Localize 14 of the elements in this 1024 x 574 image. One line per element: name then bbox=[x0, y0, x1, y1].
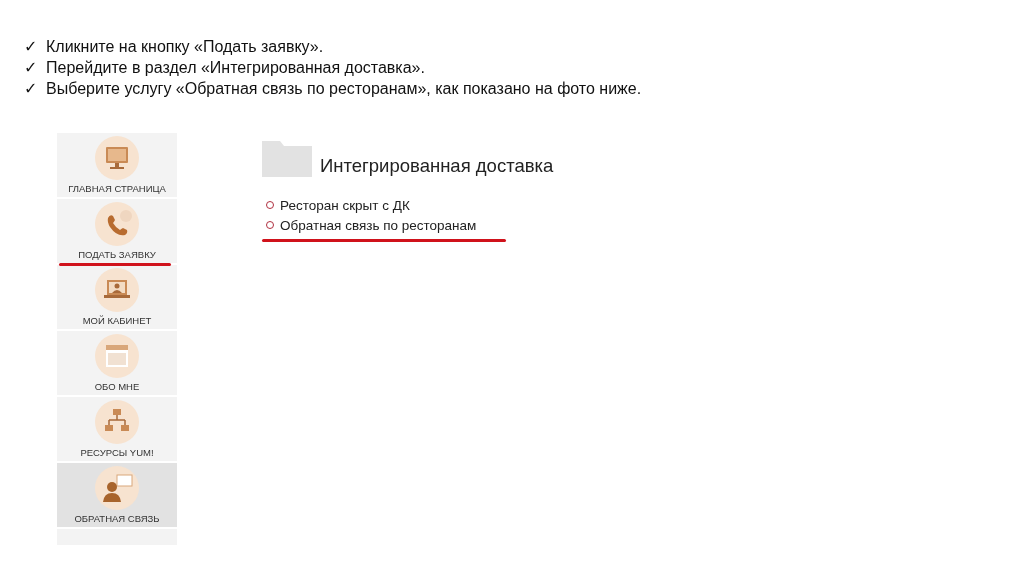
instruction-text: Перейдите в раздел «Интегрированная доставка». bbox=[46, 58, 425, 77]
sidebar-item[interactable]: ГЛАВНАЯ СТРАНИЦА bbox=[57, 133, 177, 199]
sidebar-item[interactable]: ПОДАТЬ ЗАЯВКУ bbox=[57, 199, 177, 265]
check-mark: ✓ bbox=[24, 58, 38, 77]
instruction-text: Выберите услугу «Обратная связь по ресторанам», как показано на фото ниже. bbox=[46, 79, 642, 98]
service-link[interactable]: Обратная связь по ресторанам bbox=[280, 217, 477, 233]
check-mark: ✓ bbox=[24, 37, 38, 56]
section-title: Интегрированная доставка bbox=[320, 155, 554, 177]
instruction-text: Кликните на кнопку «Подать заявку». bbox=[46, 37, 324, 56]
sidebar-item[interactable]: ОБО МНЕ bbox=[57, 331, 177, 397]
sidebar-item[interactable]: МОЙ КАБИНЕТ bbox=[57, 265, 177, 331]
check-mark: ✓ bbox=[24, 79, 38, 98]
service-link[interactable]: Ресторан скрыт с ДК bbox=[280, 197, 410, 213]
sidebar-item[interactable]: ОБРАТНАЯ СВЯЗЬ bbox=[57, 463, 177, 529]
